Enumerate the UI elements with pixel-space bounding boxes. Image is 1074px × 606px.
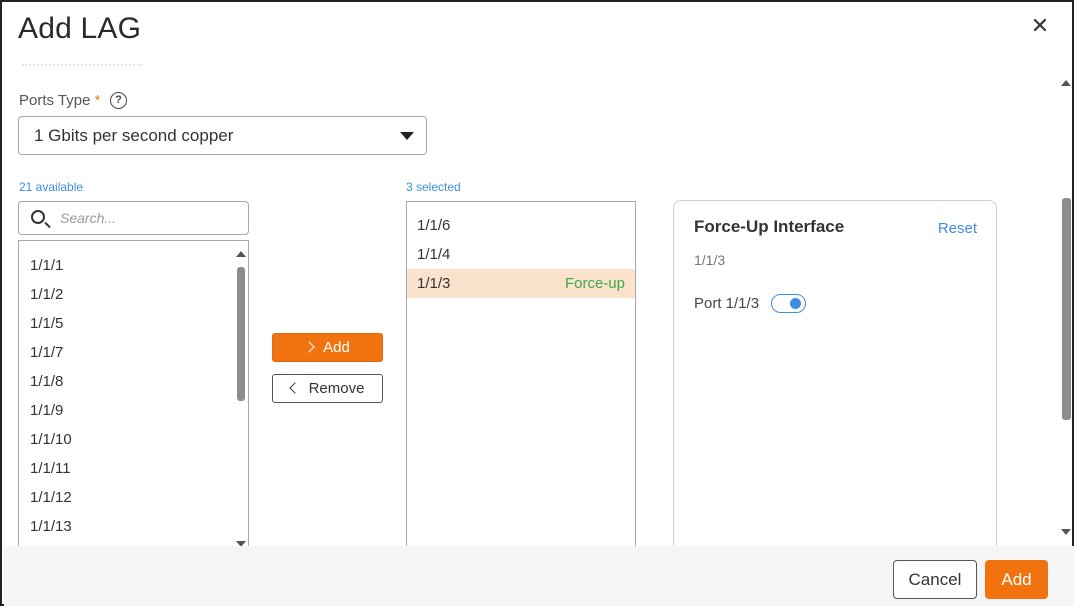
question-circle-icon[interactable]: ?: [110, 92, 127, 109]
selected-count: 3 selected: [406, 180, 461, 194]
remove-button-label: Remove: [308, 380, 365, 397]
list-item-available[interactable]: 1/1/13: [30, 518, 72, 535]
scroll-thumb[interactable]: [237, 267, 245, 401]
selected-port: 1/1/6: [417, 217, 451, 234]
force-up-interface-panel: Force-Up Interface Reset 1/1/3 Port 1/1/…: [673, 200, 997, 550]
ports-type-select[interactable]: 1 Gbits per second copper: [18, 116, 427, 155]
list-item-available[interactable]: 1/1/2: [30, 286, 63, 303]
list-item-selected[interactable]: 1/1/6: [407, 211, 635, 240]
chevron-right-icon: [303, 341, 315, 353]
search-input[interactable]: [60, 208, 240, 228]
list-item-available[interactable]: 1/1/11: [30, 460, 71, 477]
search-box: [18, 201, 249, 235]
list-item-selected[interactable]: 1/1/4: [407, 240, 635, 269]
caret-down-icon: [400, 132, 414, 140]
selected-ports-list[interactable]: 1/1/6 1/1/4 1/1/3 Force-up: [406, 201, 636, 550]
add-to-selected-button[interactable]: Add: [272, 333, 383, 362]
list-item-available[interactable]: 1/1/9: [30, 402, 63, 419]
toggle-knob: [790, 298, 801, 309]
required-asterisk: *: [94, 92, 101, 109]
list-item-selected-highlighted[interactable]: 1/1/3 Force-up: [407, 269, 635, 298]
force-up-title: Force-Up Interface: [694, 217, 845, 236]
list-item-available[interactable]: 1/1/10: [30, 431, 72, 448]
search-icon: [31, 210, 45, 224]
scroll-down-icon[interactable]: [1061, 529, 1071, 535]
available-list-scrollbar[interactable]: [234, 241, 248, 550]
scrolled-content-edge: [22, 64, 142, 70]
add-button[interactable]: Add: [985, 560, 1048, 599]
reset-link[interactable]: Reset: [938, 220, 977, 237]
list-item-available[interactable]: 1/1/1: [30, 257, 63, 274]
force-up-toggle-label: Port 1/1/3: [694, 295, 760, 312]
add-button-label: Add: [323, 339, 350, 356]
cancel-button[interactable]: Cancel: [893, 560, 977, 599]
add-lag-dialog: Add LAG ✕ Ports Type * ? 1 Gbits per sec…: [0, 0, 1074, 606]
ports-type-label: Ports Type *: [19, 92, 100, 109]
selected-port: 1/1/4: [417, 246, 451, 263]
list-item-available[interactable]: 1/1/8: [30, 373, 63, 390]
dialog-scrollbar[interactable]: [1059, 76, 1074, 542]
dialog-footer: Cancel Add: [4, 546, 1074, 606]
ports-type-value: 1 Gbits per second copper: [34, 126, 234, 145]
list-item-available[interactable]: 1/1/7: [30, 344, 63, 361]
dialog-title: Add LAG: [18, 12, 142, 45]
force-up-port: 1/1/3: [694, 252, 726, 268]
list-item-available[interactable]: 1/1/12: [30, 489, 72, 506]
scroll-up-icon[interactable]: [236, 251, 246, 257]
remove-from-selected-button[interactable]: Remove: [272, 374, 383, 403]
available-ports-list[interactable]: 1/1/1 1/1/2 1/1/5 1/1/7 1/1/8 1/1/9 1/1/…: [18, 240, 249, 550]
force-up-tag: Force-up: [564, 275, 625, 292]
available-count: 21 available: [19, 180, 84, 194]
scroll-up-icon[interactable]: [1061, 80, 1071, 86]
list-item-available[interactable]: 1/1/5: [30, 315, 63, 332]
close-icon[interactable]: ✕: [1028, 14, 1052, 38]
selected-port: 1/1/3: [417, 275, 451, 292]
scroll-thumb[interactable]: [1062, 198, 1071, 420]
force-up-toggle[interactable]: [771, 294, 806, 313]
chevron-left-icon: [288, 382, 301, 394]
ports-type-label-text: Ports Type: [19, 92, 91, 109]
